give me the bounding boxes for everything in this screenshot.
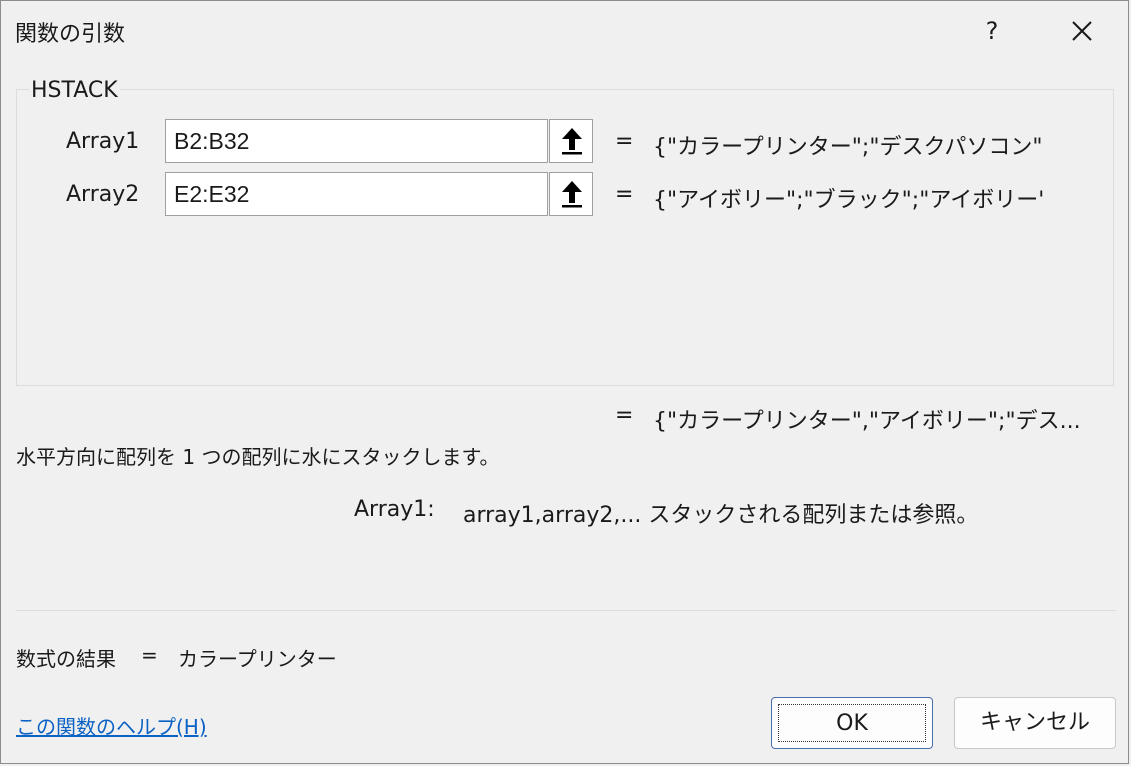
function-name: HSTACK	[29, 78, 120, 103]
result-value: {"カラープリンター","アイボリー";"デス...	[653, 409, 1081, 434]
array1-equals: =	[615, 129, 634, 154]
formula-result-label: 数式の結果	[16, 647, 116, 671]
help-button[interactable]: ?	[969, 11, 1015, 51]
close-button[interactable]	[1057, 11, 1107, 51]
function-help-link[interactable]: この関数のヘルプ(H)	[16, 711, 207, 740]
array1-label: Array1	[66, 129, 140, 154]
divider	[16, 610, 1116, 611]
close-icon	[1072, 21, 1092, 41]
formula-result-equals: =	[141, 643, 158, 667]
function-arguments-dialog: 関数の引数 ? HSTACK Array1 B2:B32 = {"カラープリンタ…	[0, 0, 1129, 764]
title-bar: 関数の引数 ?	[1, 1, 1128, 61]
formula-result-value: カラープリンター	[178, 647, 337, 671]
array2-label: Array2	[66, 182, 140, 207]
ok-button[interactable]: OK	[771, 697, 933, 749]
result-equals: =	[615, 403, 634, 428]
array1-input[interactable]: B2:B32	[165, 119, 548, 163]
arrow-up-icon	[562, 128, 582, 155]
array2-evaluated: {"アイボリー";"ブラック";"アイボリー";"...	[653, 188, 1043, 213]
cancel-button[interactable]: キャンセル	[954, 697, 1116, 749]
function-description: 水平方向に配列を 1 つの配列に水にスタックします。	[16, 445, 500, 469]
array2-input[interactable]: E2:E32	[165, 172, 548, 216]
arrow-up-icon	[562, 181, 582, 208]
ok-button-label: OK	[778, 704, 926, 742]
array1-collapse-button[interactable]	[549, 119, 593, 163]
array2-equals: =	[615, 182, 634, 207]
dialog-title: 関数の引数	[15, 22, 126, 47]
argument-help-text: array1,array2,... スタックされる配列または参照。	[463, 503, 979, 528]
array2-collapse-button[interactable]	[549, 172, 593, 216]
array1-evaluated: {"カラープリンター";"デスクパソコン";"デス	[653, 135, 1043, 160]
argument-help-name: Array1:	[354, 497, 435, 522]
